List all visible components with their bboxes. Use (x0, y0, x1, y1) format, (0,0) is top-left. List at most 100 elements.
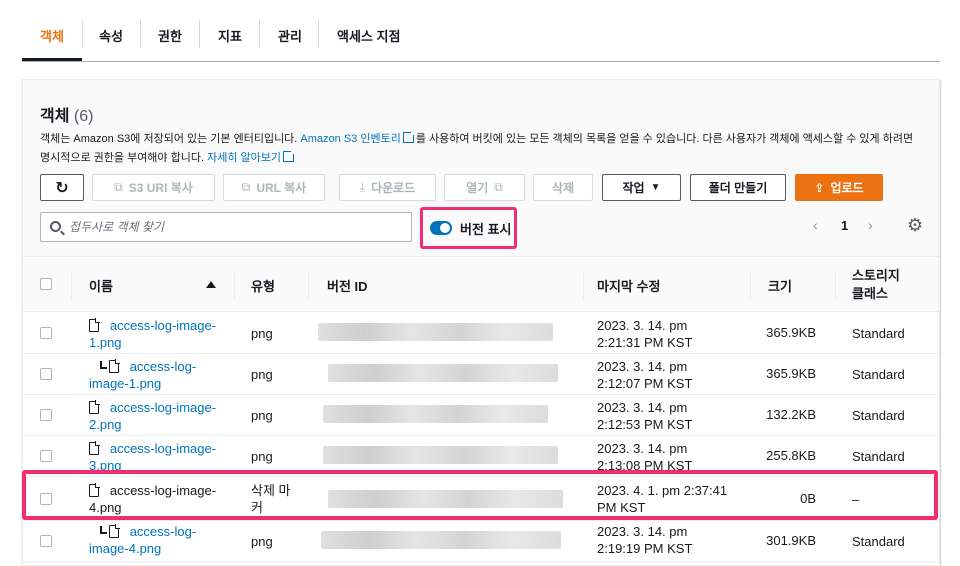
refresh-button[interactable]: ↻ (40, 174, 84, 201)
object-size: 301.9KB (766, 533, 816, 548)
version-id-redacted (323, 446, 558, 464)
last-modified-line1: 2023. 3. 14. pm (597, 400, 688, 415)
row-checkbox[interactable] (40, 368, 52, 380)
tab-divider (259, 20, 260, 48)
object-name-line1: access-log- (129, 524, 197, 539)
row-checkbox[interactable] (40, 409, 52, 421)
panel-title: 객체 (6) (40, 102, 93, 126)
table-header: 이름 유형 버전 ID 마지막 수정 크기 스토리지 클래스 (23, 256, 939, 312)
external-link-icon (402, 130, 416, 143)
column-header-version-id[interactable]: 버전 ID (327, 257, 368, 313)
column-divider (71, 271, 72, 299)
table-row[interactable]: access-log-image-1.png png 2023. 3. 14. … (23, 313, 939, 354)
object-name-line2: image-4.png (89, 541, 162, 556)
panel-title-text: 객체 (40, 108, 70, 125)
show-versions-toggle[interactable]: 버전 표시 (420, 207, 517, 249)
search-icon (50, 221, 61, 232)
column-header-name[interactable]: 이름 (89, 257, 113, 313)
column-header-type[interactable]: 유형 (251, 257, 275, 313)
copy-url-button[interactable]: ⧉ URL 복사 (223, 174, 325, 201)
tab-access-points[interactable]: 액세스 지점 (337, 26, 400, 45)
next-page-button[interactable]: › (868, 217, 873, 233)
column-header-storage-class[interactable]: 스토리지 클래스 (852, 257, 900, 313)
object-name-link[interactable]: access-log-image-1.png (89, 317, 229, 351)
column-divider (308, 271, 309, 299)
copy-icon: ⧉ (241, 180, 251, 194)
storage-class: Standard (852, 408, 905, 423)
download-icon: ⤓ (359, 180, 366, 194)
version-id-redacted (323, 405, 548, 423)
storage-class: Standard (852, 534, 905, 549)
last-modified-line2: 2:12:07 PM KST (597, 376, 693, 391)
delete-button[interactable]: 삭제 (533, 174, 593, 201)
copy-s3-uri-button[interactable]: ⧉ S3 URI 복사 (92, 174, 215, 201)
object-name-link[interactable]: access-log-image- 2.png (89, 399, 229, 433)
open-label: 열기 (466, 181, 489, 195)
row-checkbox[interactable] (40, 327, 52, 339)
object-size: 255.8KB (766, 448, 816, 463)
actions-dropdown[interactable]: 작업 ▼ (602, 174, 681, 201)
tab-divider (318, 20, 319, 48)
object-type: png (251, 367, 273, 382)
inventory-link[interactable]: Amazon S3 인벤토리 (300, 133, 400, 145)
table-row[interactable]: access-log-image-1.png png 2023. 3. 14. … (23, 354, 939, 395)
object-name-link[interactable]: access-log-image-4.png (89, 523, 229, 557)
last-modified-line1: 2023. 3. 14. pm (597, 524, 688, 539)
upload-label: 업로드 (830, 181, 864, 195)
sort-ascending-icon[interactable] (206, 281, 216, 288)
tab-properties[interactable]: 속성 (99, 26, 123, 45)
last-modified: 2023. 3. 14. pm 2:12:53 PM KST (597, 399, 692, 433)
last-modified-line2: 2:21:31 PM KST (597, 335, 693, 350)
panel-description: 객체는 Amazon S3에 저장되어 있는 기본 엔터티입니다. Amazon… (40, 130, 920, 168)
create-folder-button[interactable]: 폴더 만들기 (690, 174, 786, 201)
search-input[interactable] (69, 218, 399, 236)
row-checkbox[interactable] (40, 450, 52, 462)
object-name-line2: image-1.png (89, 376, 162, 391)
learn-more-link[interactable]: 자세히 알아보기 (207, 152, 281, 164)
table-row[interactable]: access-log-image-4.png png 2023. 3. 14. … (23, 521, 939, 562)
current-page[interactable]: 1 (841, 218, 848, 233)
storage-class: Standard (852, 367, 905, 382)
external-link-icon: ⧉ (494, 180, 503, 194)
delete-label: 삭제 (551, 181, 575, 195)
prev-page-button[interactable]: ‹ (813, 217, 818, 233)
storage-class: Standard (852, 449, 905, 464)
tab-management[interactable]: 관리 (278, 26, 302, 45)
object-name-link[interactable]: access-log-image- 3.png (89, 440, 229, 474)
refresh-icon: ↻ (55, 179, 69, 197)
table-row[interactable]: access-log-image- 2.png png 2023. 3. 14. … (23, 395, 939, 436)
last-modified: 2023. 3. 14. pm 2:21:31 PM KST (597, 317, 692, 351)
search-box (40, 212, 412, 242)
external-link-icon (283, 149, 296, 162)
download-label: 다운로드 (371, 181, 416, 195)
object-size: 132.2KB (766, 407, 816, 422)
object-name-link[interactable]: access-log-image-1.png (89, 358, 229, 392)
delete-marker-highlight (22, 470, 938, 520)
object-name-line2: 2.png (89, 417, 122, 432)
tab-divider (140, 20, 141, 48)
toggle-switch[interactable] (430, 221, 452, 235)
upload-button[interactable]: ⇪ 업로드 (795, 174, 883, 201)
object-size: 365.9KB (766, 366, 816, 381)
object-type: png (251, 326, 273, 341)
gear-icon[interactable]: ⚙ (907, 215, 923, 236)
open-button[interactable]: 열기 ⧉ (444, 174, 525, 201)
tab-metrics[interactable]: 지표 (218, 26, 242, 45)
last-modified-line1: 2023. 3. 14. pm (597, 318, 688, 333)
row-checkbox[interactable] (40, 535, 52, 547)
select-all-checkbox[interactable] (40, 278, 52, 290)
caret-down-icon: ▼ (650, 182, 661, 193)
download-button[interactable]: ⤓ 다운로드 (339, 174, 436, 201)
version-id-redacted (318, 323, 553, 341)
file-icon (89, 400, 100, 414)
tab-objects[interactable]: 객체 (40, 26, 64, 45)
column-header-size[interactable]: 크기 (768, 257, 792, 313)
actions-label: 작업 (622, 181, 645, 195)
last-modified-line1: 2023. 3. 14. pm (597, 359, 688, 374)
column-divider (835, 271, 836, 299)
column-header-last-modified[interactable]: 마지막 수정 (597, 257, 660, 313)
file-icon (108, 524, 120, 538)
last-modified: 2023. 3. 14. pm 2:12:07 PM KST (597, 358, 692, 392)
tab-permissions[interactable]: 권한 (158, 26, 182, 45)
file-icon (89, 441, 100, 455)
